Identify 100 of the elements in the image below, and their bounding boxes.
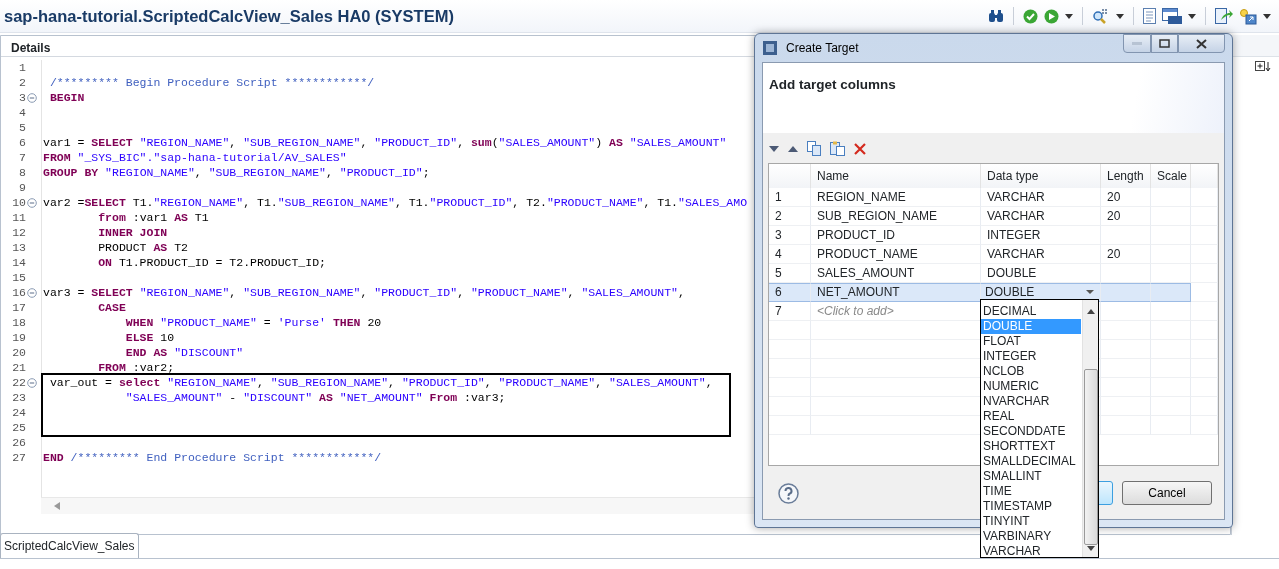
table-cell bbox=[1191, 301, 1218, 321]
maximize-button[interactable] bbox=[1151, 34, 1178, 53]
vertical-scrollbar[interactable] bbox=[1082, 300, 1098, 557]
code-line: END /********* End Procedure Script ************/ bbox=[43, 450, 382, 465]
search-grid-icon[interactable] bbox=[1092, 8, 1110, 24]
collapse-icon[interactable] bbox=[27, 92, 37, 103]
line-number: 25 bbox=[11, 420, 26, 435]
scroll-thumb[interactable] bbox=[1084, 369, 1098, 545]
line-number: 7 bbox=[18, 150, 26, 165]
minimize-button[interactable] bbox=[1123, 34, 1151, 53]
table-cell bbox=[1191, 244, 1218, 264]
bulb-window-icon[interactable] bbox=[1239, 7, 1257, 25]
caret-icon[interactable] bbox=[1116, 13, 1124, 19]
row-number: 4 bbox=[769, 244, 811, 264]
line-number: 13 bbox=[11, 240, 26, 255]
header-cell bbox=[1191, 163, 1218, 188]
table-cell bbox=[1191, 358, 1218, 378]
line-number: 8 bbox=[18, 165, 26, 180]
column-header[interactable]: Scale bbox=[1151, 163, 1191, 188]
caret-icon[interactable] bbox=[1188, 13, 1196, 19]
run-icon[interactable] bbox=[1044, 8, 1059, 24]
copy-icon[interactable] bbox=[807, 141, 821, 157]
code-line: GROUP BY "REGION_NAME", "SUB_REGION_NAME", "PRODUCT_ID"; bbox=[43, 165, 430, 180]
check-circle-icon[interactable] bbox=[1023, 8, 1038, 24]
column-header[interactable]: Length bbox=[1101, 163, 1151, 188]
code-line: var_out = select "REGION_NAME", "SUB_REGION_NAME", "PRODUCT_ID", "PRODUCT_NAME", "SALES_AMOUNT", bbox=[48, 375, 713, 390]
move-up-icon[interactable] bbox=[788, 145, 798, 152]
help-icon[interactable] bbox=[778, 482, 799, 504]
code-line: ELSE 10 bbox=[124, 330, 175, 345]
paste-icon[interactable] bbox=[830, 141, 845, 157]
line-number: 26 bbox=[11, 435, 26, 450]
collapse-icon[interactable] bbox=[27, 377, 37, 388]
expand-all-icon[interactable] bbox=[1255, 61, 1271, 72]
code-line: FROM :var2; bbox=[97, 360, 175, 375]
table-cell: VARCHAR bbox=[981, 206, 1101, 226]
table-cell bbox=[1151, 301, 1191, 321]
table-cell: REGION_NAME bbox=[811, 187, 981, 207]
caret-icon[interactable] bbox=[1065, 13, 1073, 19]
document-icon[interactable] bbox=[1143, 8, 1156, 24]
table-cell bbox=[1191, 339, 1218, 359]
code-line: "SALES_AMOUNT" - "DISCOUNT" AS "NET_AMOUNT" From :var3; bbox=[124, 390, 506, 405]
dropdown-option[interactable]: REAL bbox=[981, 409, 1081, 424]
line-number: 12 bbox=[11, 225, 26, 240]
column-header[interactable]: Data type bbox=[981, 163, 1101, 188]
table-cell: 20 bbox=[1101, 206, 1151, 226]
line-number: 1 bbox=[18, 60, 26, 75]
binoculars-icon[interactable] bbox=[988, 9, 1004, 23]
editor-tab[interactable]: ScriptedCalcView_Sales bbox=[0, 533, 139, 558]
dropdown-option[interactable]: NCLOB bbox=[981, 364, 1081, 379]
table-cell: 20 bbox=[1101, 244, 1151, 264]
code-line: var2 =SELECT T1."REGION_NAME", T1."SUB_REGION_NAME", T1."PRODUCT_ID", T2."PRODUCT_NAME", T1."SALES_AMO bbox=[43, 195, 748, 210]
table-cell bbox=[1191, 415, 1218, 435]
table-cell bbox=[1151, 263, 1191, 283]
table-cell bbox=[769, 377, 811, 397]
delete-icon[interactable] bbox=[854, 142, 866, 155]
table-cell bbox=[769, 358, 811, 378]
dropdown-option[interactable]: TIME bbox=[981, 484, 1081, 499]
window-icon[interactable] bbox=[1162, 8, 1182, 24]
dropdown-option[interactable]: DECIMAL bbox=[981, 304, 1081, 319]
dropdown-option[interactable]: VARCHAR bbox=[981, 544, 1081, 559]
column-header[interactable]: Name bbox=[811, 163, 981, 188]
table-cell bbox=[769, 415, 811, 435]
line-number: 24 bbox=[11, 405, 26, 420]
code-line: ON T1.PRODUCT_ID = T2.PRODUCT_ID; bbox=[97, 255, 326, 270]
dropdown-option[interactable]: NVARCHAR bbox=[981, 394, 1081, 409]
code-line: FROM "_SYS_BIC"."sap-hana-tutorial/AV_SALES" bbox=[43, 150, 347, 165]
line-number: 20 bbox=[11, 345, 26, 360]
table-cell bbox=[1191, 320, 1218, 340]
dropdown-option[interactable]: SECONDDATE bbox=[981, 424, 1081, 439]
dropdown-option[interactable]: SMALLDECIMAL bbox=[981, 454, 1081, 469]
collapse-icon[interactable] bbox=[27, 287, 37, 298]
dropdown-option[interactable]: NUMERIC bbox=[981, 379, 1081, 394]
close-button[interactable] bbox=[1178, 34, 1225, 53]
window-title: sap-hana-tutorial.ScriptedCalcView_Sales HA0 (SYSTEM) bbox=[4, 5, 454, 27]
collapse-icon[interactable] bbox=[27, 197, 37, 208]
chip-icon bbox=[762, 39, 778, 56]
export-icon[interactable] bbox=[1215, 7, 1233, 25]
line-number: 11 bbox=[11, 210, 26, 225]
table-cell: PRODUCT_ID bbox=[811, 225, 981, 245]
table-cell: INTEGER bbox=[981, 225, 1101, 245]
dropdown-option[interactable]: VARBINARY bbox=[981, 529, 1081, 544]
row-number: 1 bbox=[769, 187, 811, 207]
move-down-icon[interactable] bbox=[769, 145, 779, 152]
scroll-up-icon[interactable] bbox=[1087, 309, 1095, 314]
line-number: 15 bbox=[11, 270, 26, 285]
table-cell bbox=[769, 396, 811, 416]
dropdown-option[interactable]: INTEGER bbox=[981, 349, 1081, 364]
dropdown-option[interactable]: SMALLINT bbox=[981, 469, 1081, 484]
line-number: 18 bbox=[11, 315, 26, 330]
dropdown-option[interactable]: TINYINT bbox=[981, 514, 1081, 529]
line-number: 23 bbox=[11, 390, 26, 405]
table-cell: 20 bbox=[1101, 187, 1151, 207]
dropdown-option[interactable]: TIMESTAMP bbox=[981, 499, 1081, 514]
caret-icon[interactable] bbox=[1263, 13, 1271, 19]
dropdown-option[interactable]: SHORTTEXT bbox=[981, 439, 1081, 454]
code-line: WHEN "PRODUCT_NAME" = 'Purse' THEN 20 bbox=[124, 315, 382, 330]
cancel-button[interactable]: Cancel bbox=[1122, 481, 1212, 505]
scroll-left-icon[interactable] bbox=[54, 502, 60, 510]
caret-icon[interactable] bbox=[1086, 290, 1094, 295]
dropdown-option[interactable]: FLOAT bbox=[981, 334, 1081, 349]
